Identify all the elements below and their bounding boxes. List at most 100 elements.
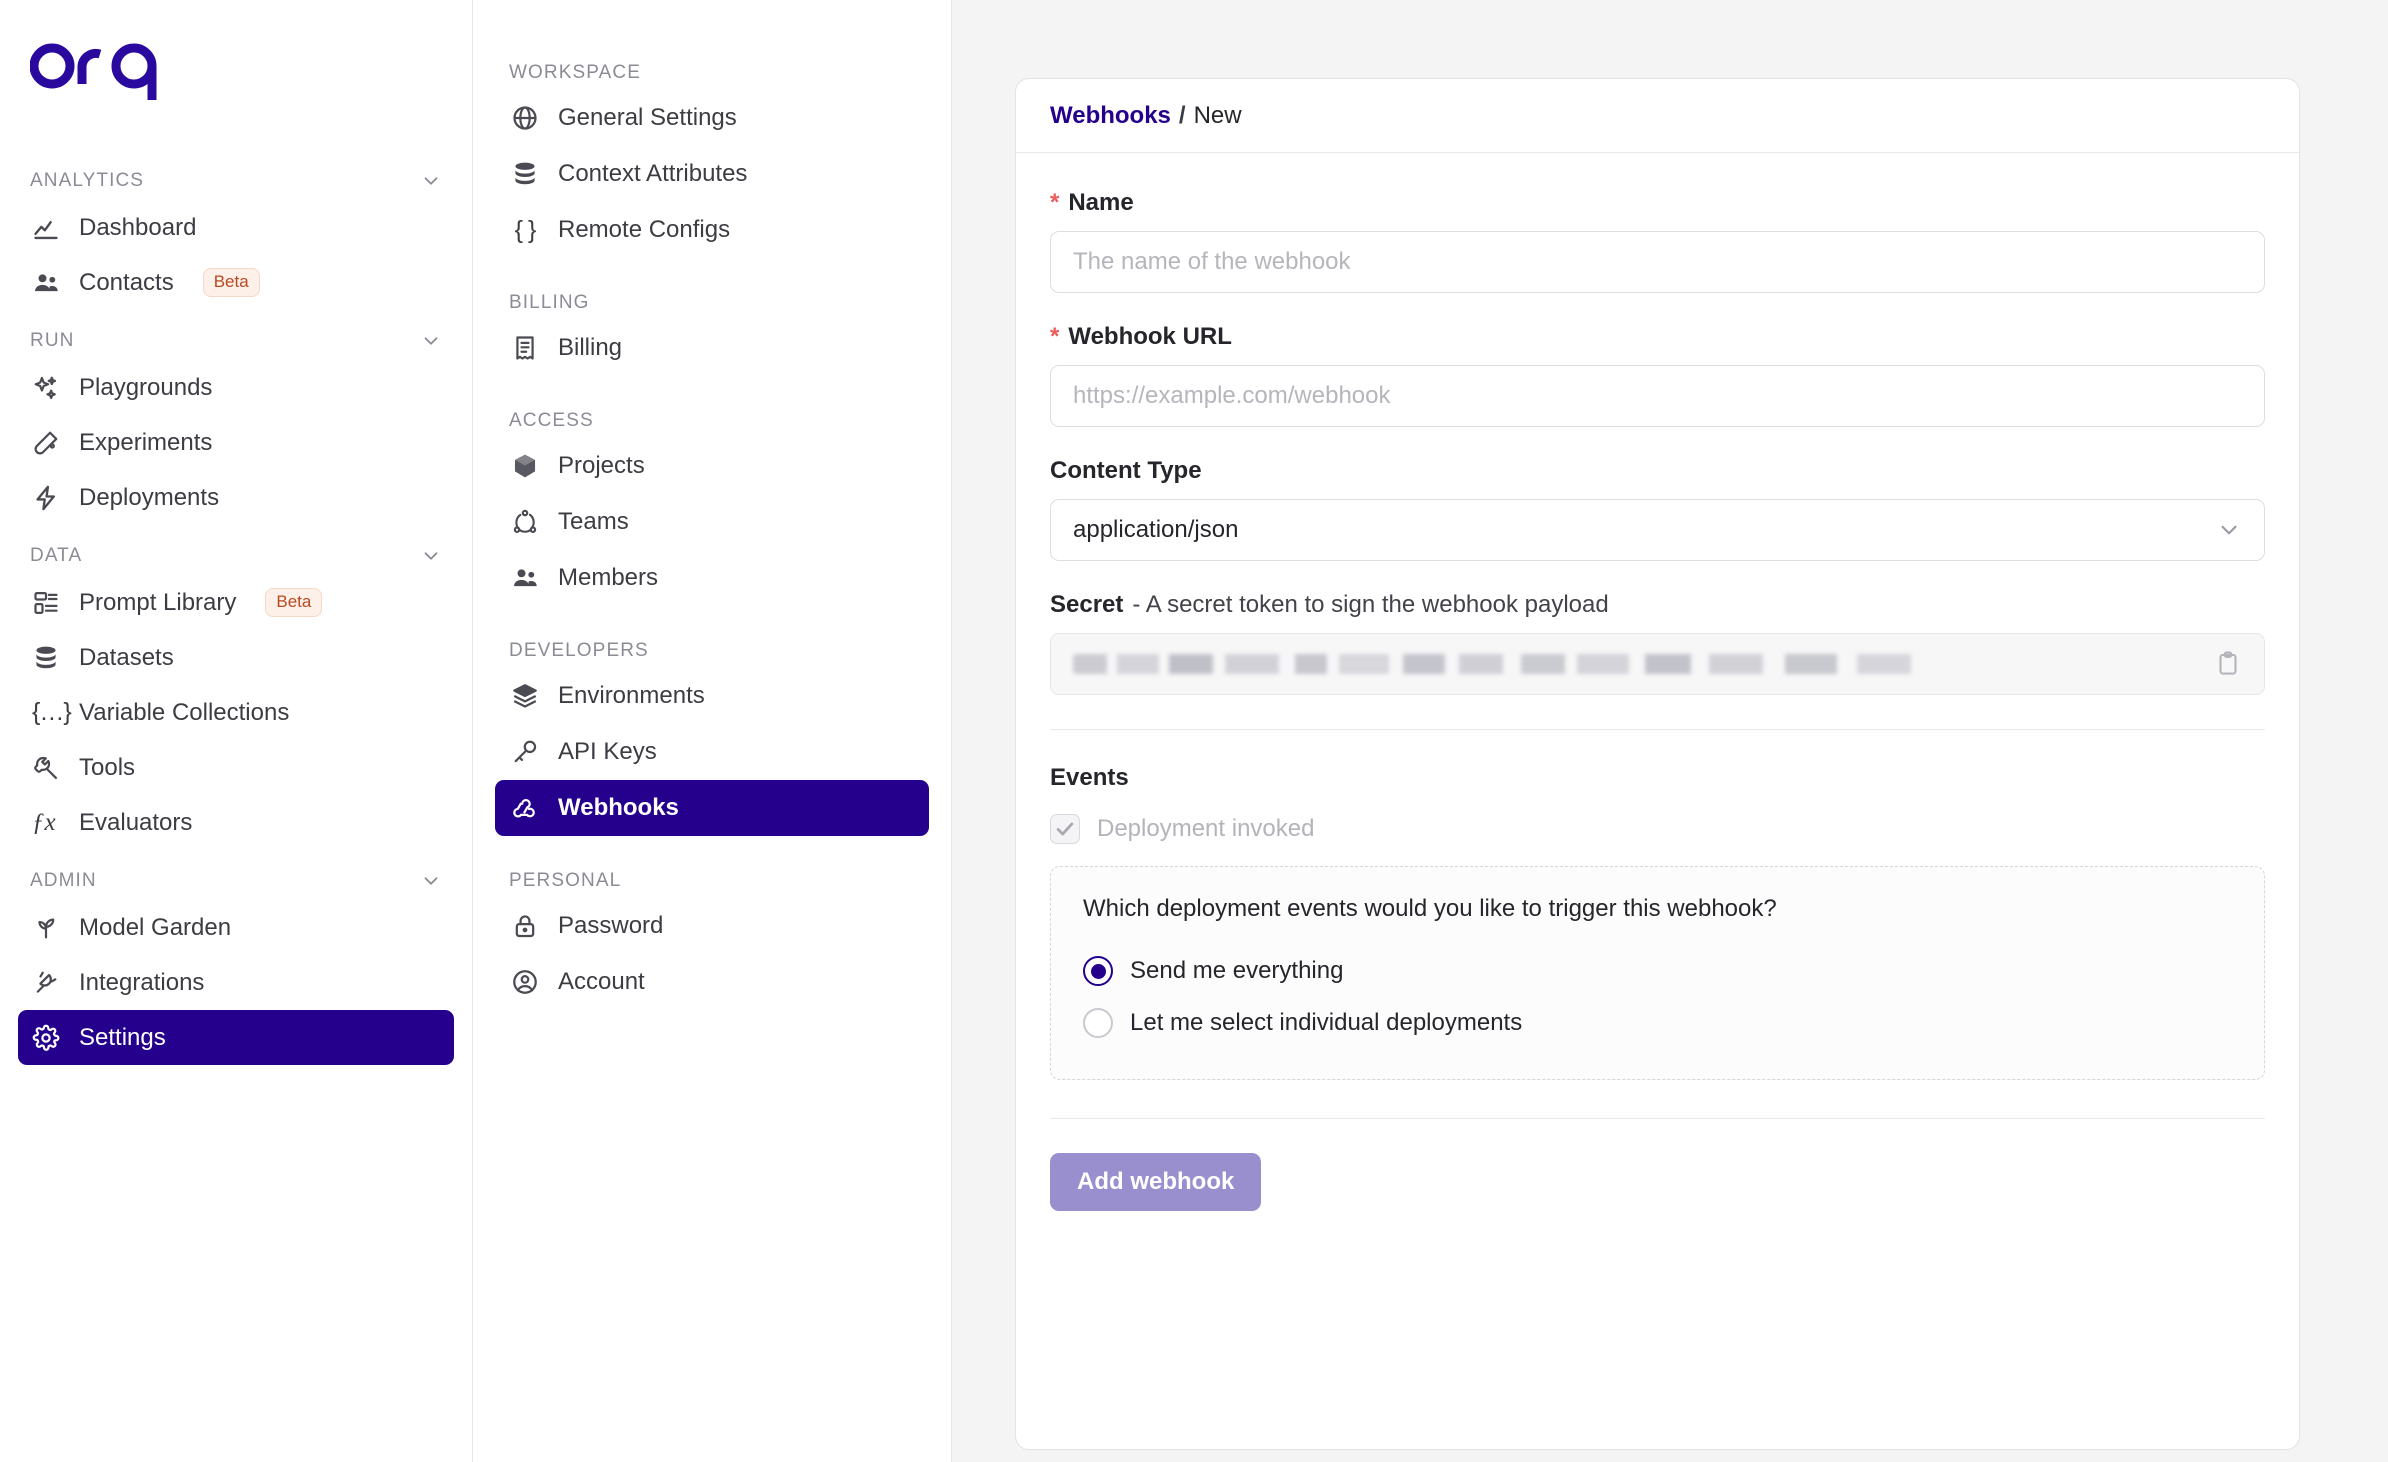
braces-icon: {…} (32, 698, 72, 726)
fx-icon: ƒx (32, 808, 56, 836)
sidebar-item-label: Settings (79, 1023, 166, 1051)
nav-section-title: ANALYTICS (30, 170, 145, 191)
sidebar-item-label: Prompt Library (79, 588, 237, 616)
footer-divider (1050, 1118, 2265, 1119)
name-label: * Name (1050, 189, 2265, 217)
sidebar-item-label: Variable Collections (79, 698, 290, 726)
settings-item-general-settings[interactable]: General Settings (495, 90, 929, 146)
orq-logo-icon (30, 43, 157, 100)
content-type-value: application/json (1073, 516, 1239, 543)
layers-icon (511, 682, 539, 710)
sidebar-item-prompt-library[interactable]: Prompt Library Beta (18, 575, 454, 630)
nav-section-run-header[interactable]: RUN (18, 322, 454, 360)
required-marker: * (1050, 323, 1060, 350)
deployment-events-panel: Which deployment events would you like t… (1050, 866, 2265, 1080)
sidebar-item-evaluators[interactable]: ƒx Evaluators (18, 795, 454, 850)
settings-item-password[interactable]: Password (495, 898, 929, 954)
app-root: ANALYTICS Dashboard Contacts Beta RUN Pl… (0, 0, 2388, 1462)
wrench-icon (32, 754, 60, 782)
clipboard-copy-icon[interactable] (2214, 650, 2242, 678)
secret-masked-value (1073, 654, 2194, 674)
settings-section-access-title: ACCESS (509, 410, 594, 431)
settings-item-label: Account (558, 968, 645, 995)
settings-item-billing[interactable]: Billing (495, 320, 929, 376)
sidebar-item-tools[interactable]: Tools (18, 740, 454, 795)
sidebar-item-integrations[interactable]: Integrations (18, 955, 454, 1010)
settings-item-label: Remote Configs (558, 216, 731, 243)
sidebar-item-experiments[interactable]: Experiments (18, 415, 454, 470)
sidebar-item-label: Tools (79, 753, 136, 781)
checkbox-deployment-invoked[interactable]: Deployment invoked (1050, 814, 2265, 844)
radio-icon-unselected[interactable] (1083, 1008, 1113, 1038)
field-secret: Secret - A secret token to sign the webh… (1050, 591, 2265, 695)
chevron-down-icon[interactable] (2216, 517, 2242, 543)
settings-item-environments[interactable]: Environments (495, 668, 929, 724)
radio-icon-selected[interactable] (1083, 956, 1113, 986)
webhook-form-card: Webhooks / New * Name The name of the we… (1015, 78, 2300, 1450)
users-icon (511, 564, 539, 592)
chevron-down-icon[interactable] (420, 330, 442, 352)
name-input-placeholder: The name of the webhook (1073, 248, 1351, 275)
breadcrumb-webhooks-link[interactable]: Webhooks (1050, 102, 1171, 130)
sprout-icon (32, 914, 60, 942)
radio-let-me-select-individual-deployments[interactable]: Let me select individual deployments (1083, 997, 2232, 1049)
list-layout-icon (32, 589, 60, 617)
secret-input[interactable] (1050, 633, 2265, 695)
settings-item-label: General Settings (558, 104, 737, 131)
settings-item-teams[interactable]: Teams (495, 494, 929, 550)
app-logo[interactable] (18, 0, 454, 150)
users-icon (32, 269, 60, 297)
settings-item-members[interactable]: Members (495, 550, 929, 606)
sidebar-item-playgrounds[interactable]: Playgrounds (18, 360, 454, 415)
sidebar-item-datasets[interactable]: Datasets (18, 630, 454, 685)
beta-badge: Beta (265, 588, 323, 617)
sidebar-item-contacts[interactable]: Contacts Beta (18, 255, 454, 310)
box-icon (511, 452, 539, 480)
bolt-icon (32, 484, 60, 512)
secret-label: Secret - A secret token to sign the webh… (1050, 591, 2265, 619)
settings-item-projects[interactable]: Projects (495, 438, 929, 494)
add-webhook-button[interactable]: Add webhook (1050, 1153, 1262, 1211)
secret-label-text: Secret (1050, 591, 1124, 618)
user-circle-icon (511, 968, 539, 996)
settings-item-label: Password (558, 912, 664, 939)
settings-item-label: Teams (558, 508, 629, 535)
braces-icon: { } (514, 215, 537, 244)
chevron-down-icon[interactable] (420, 545, 442, 567)
settings-item-webhooks[interactable]: Webhooks (495, 780, 929, 836)
nav-section-admin-header[interactable]: ADMIN (18, 862, 454, 900)
key-icon (511, 738, 539, 766)
settings-item-label: Projects (558, 452, 645, 479)
settings-item-label: Context Attributes (558, 160, 748, 187)
events-title: Events (1050, 764, 1129, 791)
name-input[interactable]: The name of the webhook (1050, 231, 2265, 293)
chart-line-icon (32, 214, 60, 242)
sidebar-item-settings[interactable]: Settings (18, 1010, 454, 1065)
settings-item-context-attributes[interactable]: Context Attributes (495, 146, 929, 202)
settings-item-account[interactable]: Account (495, 954, 929, 1010)
content-type-select[interactable]: application/json (1050, 499, 2265, 561)
webhook-url-label: * Webhook URL (1050, 323, 2265, 351)
radio-label: Let me select individual deployments (1130, 1009, 1523, 1036)
settings-item-remote-configs[interactable]: { } Remote Configs (495, 202, 929, 258)
chevron-down-icon[interactable] (420, 870, 442, 892)
settings-section-personal-title: PERSONAL (509, 870, 622, 891)
sidebar-item-label: Deployments (79, 483, 220, 511)
chevron-down-icon[interactable] (420, 170, 442, 192)
teams-icon (511, 508, 539, 536)
settings-section-billing-title: BILLING (509, 292, 590, 313)
sidebar-item-deployments[interactable]: Deployments (18, 470, 454, 525)
sidebar-item-dashboard[interactable]: Dashboard (18, 200, 454, 255)
nav-section-data-header[interactable]: DATA (18, 537, 454, 575)
sidebar-item-model-garden[interactable]: Model Garden (18, 900, 454, 955)
webhook-url-input[interactable]: https://example.com/webhook (1050, 365, 2265, 427)
settings-item-api-keys[interactable]: API Keys (495, 724, 929, 780)
field-name: * Name The name of the webhook (1050, 189, 2265, 293)
nav-section-analytics-header[interactable]: ANALYTICS (18, 162, 454, 200)
sidebar-item-variable-collections[interactable]: {…} Variable Collections (18, 685, 454, 740)
field-webhook-url: * Webhook URL https://example.com/webhoo… (1050, 323, 2265, 427)
sidebar-item-label: Model Garden (79, 913, 232, 941)
nav-section-title: RUN (30, 330, 75, 351)
checkbox-icon[interactable] (1050, 814, 1080, 844)
radio-send-me-everything[interactable]: Send me everything (1083, 945, 2232, 997)
